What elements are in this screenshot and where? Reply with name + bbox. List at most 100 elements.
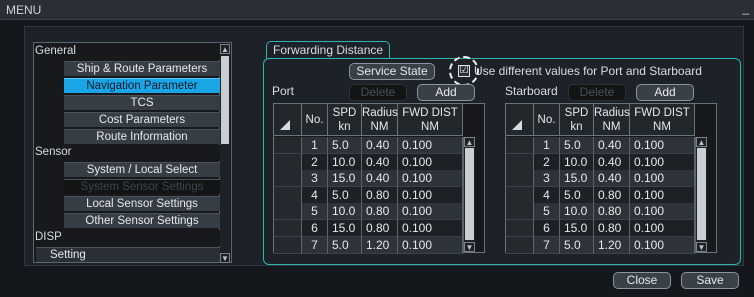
table-cell[interactable]: 5.0 — [560, 137, 594, 154]
table-cell[interactable]: 0.100 — [398, 220, 463, 237]
table-cell[interactable]: 6 — [534, 220, 560, 237]
row-selector[interactable] — [506, 203, 534, 221]
port-delete-button[interactable]: Delete — [349, 84, 407, 101]
table-cell[interactable]: 4 — [302, 186, 328, 204]
table-corner[interactable] — [506, 104, 534, 136]
table-cell[interactable]: 0.80 — [362, 186, 398, 204]
table-cell[interactable]: 0.100 — [630, 220, 695, 237]
table-cell[interactable]: 0.80 — [362, 220, 398, 237]
row-selector[interactable] — [506, 170, 534, 188]
table-cell[interactable]: 3 — [534, 170, 560, 188]
table-cell[interactable]: 0.40 — [594, 170, 630, 188]
row-selector[interactable] — [506, 236, 534, 254]
port-add-button[interactable]: Add — [417, 84, 475, 101]
table-cell[interactable]: 5.0 — [560, 186, 594, 204]
scroll-down-icon[interactable]: ▼ — [220, 253, 230, 263]
table-cell[interactable]: 5.0 — [328, 236, 362, 254]
menu-item[interactable]: Navigation Parameter — [64, 77, 220, 93]
table-cell[interactable]: 0.100 — [398, 153, 463, 171]
table-cell[interactable]: 1 — [302, 137, 328, 154]
save-button[interactable]: Save — [681, 272, 739, 289]
table-cell[interactable]: 1.20 — [362, 236, 398, 254]
row-selector[interactable] — [274, 236, 302, 254]
scroll-thumb[interactable] — [465, 148, 474, 240]
table-cell[interactable]: 0.100 — [630, 153, 695, 171]
menu-item[interactable]: Route Information — [64, 128, 220, 144]
table-cell[interactable]: 7 — [302, 236, 328, 254]
menu-item[interactable]: TCS — [64, 94, 220, 110]
table-cell[interactable]: 10.0 — [560, 153, 594, 171]
row-selector[interactable] — [274, 153, 302, 171]
table-cell[interactable]: 0.100 — [398, 186, 463, 204]
row-selector[interactable] — [274, 186, 302, 204]
table-cell[interactable]: 10.0 — [560, 203, 594, 221]
table-cell[interactable]: 15.0 — [560, 170, 594, 188]
table-cell[interactable]: 7 — [534, 236, 560, 254]
table-cell[interactable]: 0.80 — [594, 203, 630, 221]
menu-item[interactable]: Setting — [36, 246, 220, 262]
row-selector[interactable] — [274, 170, 302, 188]
row-selector[interactable] — [506, 186, 534, 204]
table-cell[interactable]: 0.100 — [398, 170, 463, 188]
table-cell[interactable]: 15.0 — [328, 220, 362, 237]
menu-item[interactable]: Other Sensor Settings — [64, 213, 220, 228]
table-cell[interactable]: 0.100 — [398, 203, 463, 221]
table-cell[interactable]: 15.0 — [560, 220, 594, 237]
row-selector[interactable] — [506, 137, 534, 154]
close-button[interactable]: Close — [613, 272, 671, 289]
scroll-down-icon[interactable]: ▼ — [696, 242, 707, 252]
table-cell[interactable]: 0.80 — [362, 203, 398, 221]
table-cell[interactable]: 5.0 — [560, 236, 594, 254]
menu-item[interactable]: Local Sensor Settings — [64, 196, 220, 212]
table-cell[interactable]: 0.80 — [594, 220, 630, 237]
table-corner[interactable] — [274, 104, 302, 136]
table-cell[interactable]: 0.40 — [594, 137, 630, 154]
service-state-button[interactable]: Service State — [349, 63, 435, 80]
menu-item[interactable]: System Sensor Settings — [64, 179, 220, 195]
table-cell[interactable]: 2 — [302, 153, 328, 171]
menu-scrollbar[interactable]: ▲ ▼ — [219, 44, 230, 263]
table-cell[interactable]: 5.0 — [328, 186, 362, 204]
scroll-thumb[interactable] — [697, 148, 706, 240]
table-cell[interactable]: 0.100 — [398, 137, 463, 154]
table-cell[interactable]: 5 — [302, 203, 328, 221]
scroll-down-icon[interactable]: ▼ — [464, 242, 475, 252]
table-cell[interactable]: 0.80 — [594, 186, 630, 204]
table-cell[interactable]: 0.40 — [594, 153, 630, 171]
table-cell[interactable]: 0.100 — [398, 236, 463, 254]
table-cell[interactable]: 4 — [534, 186, 560, 204]
different-values-checkbox[interactable]: ☑ — [458, 65, 470, 77]
scroll-up-icon[interactable]: ▲ — [220, 44, 230, 54]
table-cell[interactable]: 0.100 — [630, 186, 695, 204]
table-cell[interactable]: 0.40 — [362, 137, 398, 154]
table-cell[interactable]: 6 — [302, 220, 328, 237]
table-cell[interactable]: 0.40 — [362, 153, 398, 171]
table-cell[interactable]: 0.100 — [630, 170, 695, 188]
row-selector[interactable] — [274, 220, 302, 237]
scroll-up-icon[interactable]: ▲ — [696, 137, 707, 147]
minimize-icon[interactable]: _ — [742, 1, 749, 15]
starboard-delete-button[interactable]: Delete — [568, 84, 626, 101]
table-cell[interactable]: 0.40 — [362, 170, 398, 188]
table-cell[interactable]: 2 — [534, 153, 560, 171]
table-cell[interactable]: 0.100 — [630, 203, 695, 221]
menu-item[interactable]: Ship & Route Parameters — [64, 60, 220, 76]
table-cell[interactable]: 1 — [534, 137, 560, 154]
table-scrollbar[interactable]: ▲ ▼ — [463, 137, 475, 252]
table-scrollbar[interactable]: ▲ ▼ — [695, 137, 707, 252]
table-cell[interactable]: 5 — [534, 203, 560, 221]
starboard-add-button[interactable]: Add — [636, 84, 694, 101]
row-selector[interactable] — [274, 203, 302, 221]
table-cell[interactable]: 10.0 — [328, 153, 362, 171]
table-cell[interactable]: 10.0 — [328, 203, 362, 221]
table-cell[interactable]: 5.0 — [328, 137, 362, 154]
row-selector[interactable] — [506, 153, 534, 171]
row-selector[interactable] — [274, 137, 302, 154]
scroll-up-icon[interactable]: ▲ — [464, 137, 475, 147]
table-cell[interactable]: 0.100 — [630, 236, 695, 254]
menu-item[interactable]: System / Local Select — [64, 162, 220, 178]
table-cell[interactable]: 1.20 — [594, 236, 630, 254]
menu-item[interactable]: Cost Parameters — [64, 111, 220, 127]
scroll-thumb[interactable] — [221, 56, 229, 144]
row-selector[interactable] — [506, 220, 534, 237]
